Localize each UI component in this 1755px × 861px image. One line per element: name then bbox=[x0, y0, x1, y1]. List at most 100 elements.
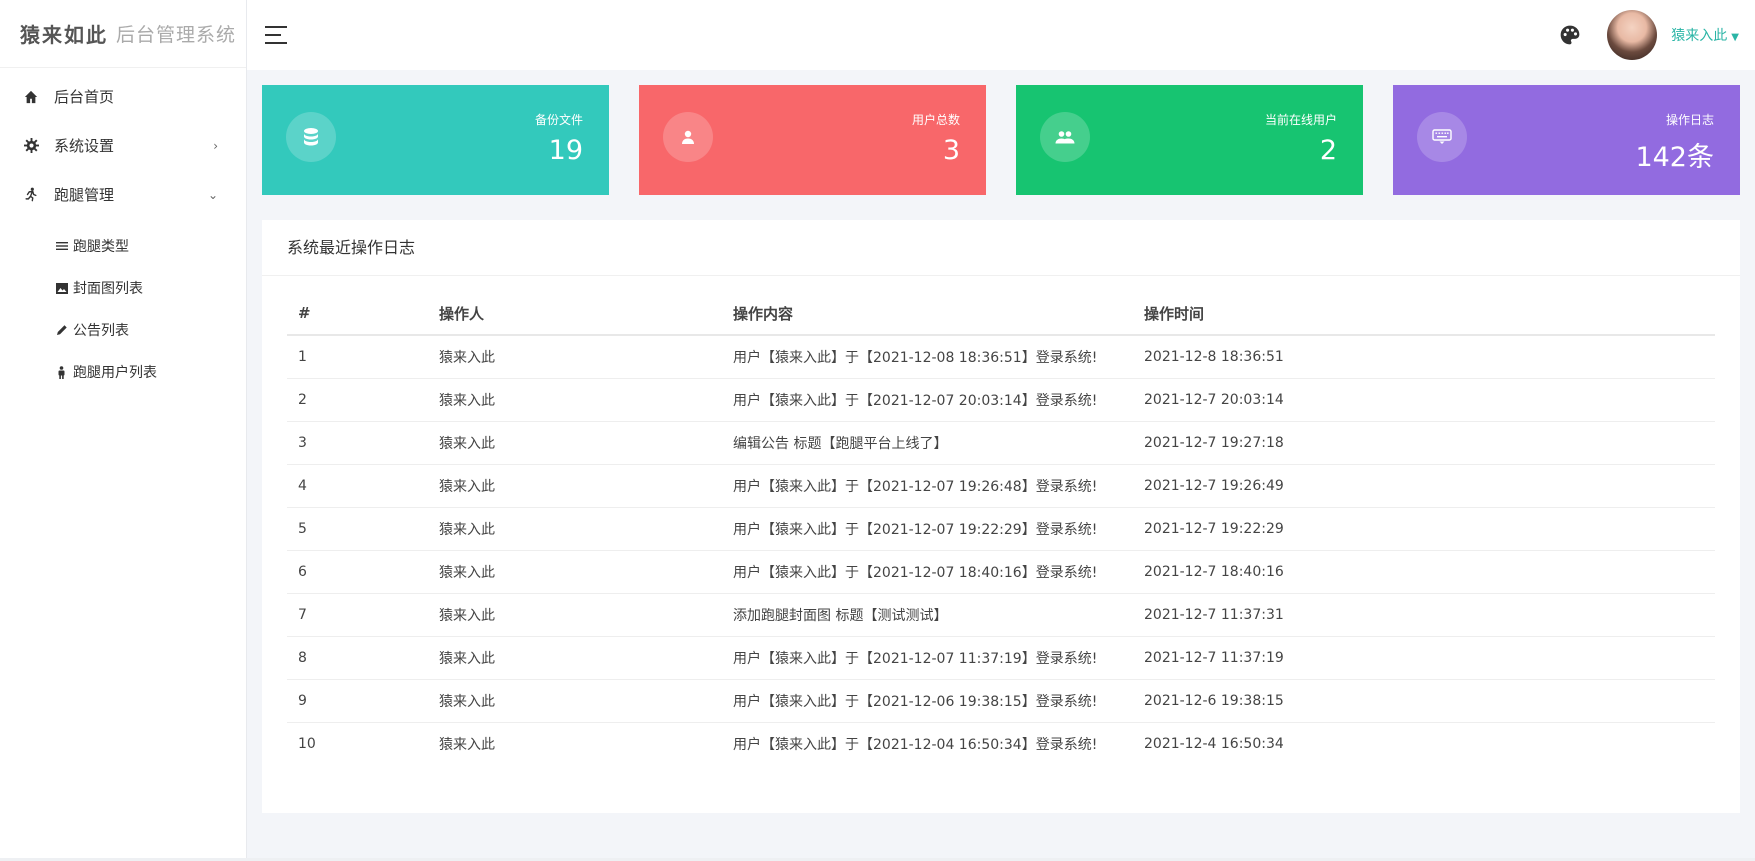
cell-operator: 猿来入此 bbox=[428, 679, 722, 723]
stat-card-online-users[interactable]: 当前在线用户 2 bbox=[1016, 85, 1363, 195]
header-user-area: 猿来入此 ▼ bbox=[1559, 10, 1739, 60]
stat-value: 2 bbox=[1319, 135, 1337, 166]
cell-index: 7 bbox=[287, 593, 428, 637]
chevron-down-icon: ⌄ bbox=[207, 187, 218, 202]
sidebar-item-label: 后台首页 bbox=[54, 88, 115, 106]
cell-operator: 猿来入此 bbox=[439, 736, 495, 753]
cell-index: 4 bbox=[287, 464, 428, 508]
palette-icon[interactable] bbox=[1559, 24, 1581, 46]
cell-operator: 猿来入此 bbox=[428, 421, 722, 465]
stat-card-operation-logs[interactable]: 操作日志 142条 bbox=[1393, 85, 1740, 195]
admin-app: 猿来如此 后台管理系统 后台首页 系统设置 › 跑腿管理 ⌄ 跑腿类型 封面图列… bbox=[0, 0, 1755, 861]
brand-subtitle: 后台管理系统 bbox=[116, 24, 237, 46]
cell-content: 添加跑腿封面图 标题【测试测试】 bbox=[722, 593, 1133, 637]
cell-index: 8 bbox=[287, 636, 428, 680]
cell-content: 用户【猿来入此】于【2021-12-04 16:50:34】登录系统! bbox=[733, 736, 1098, 753]
cell-content: 用户【猿来入此】于【2021-12-07 19:22:29】登录系统! bbox=[722, 507, 1133, 551]
cell-operator: 猿来入此 bbox=[428, 636, 722, 680]
sidebar-subitem-label: 封面图列表 bbox=[73, 281, 143, 297]
stat-cards: 备份文件 19 用户总数 3 当前在线用户 2 操作日志 142条 bbox=[262, 85, 1740, 195]
cell-operator: 猿来入此 bbox=[428, 464, 722, 508]
sidebar-subitem-errand-users[interactable]: 跑腿用户列表 bbox=[0, 351, 246, 393]
brand[interactable]: 猿来如此 后台管理系统 bbox=[0, 0, 246, 68]
cell-time: 2021-12-7 19:26:49 bbox=[1133, 464, 1715, 508]
cell-content: 用户【猿来入此】于【2021-12-07 18:40:16】登录系统! bbox=[722, 550, 1133, 594]
person-icon bbox=[55, 365, 68, 379]
operation-log-table: # 操作人 操作内容 操作时间 1 猿来入此 用户【猿来入此】于【2021-12-0… bbox=[287, 292, 1715, 765]
cell-time: 2021-12-7 11:37:31 bbox=[1133, 593, 1715, 637]
cell-time: 2021-12-7 19:27:18 bbox=[1133, 421, 1715, 465]
sidebar-item-home[interactable]: 后台首页 bbox=[0, 72, 246, 121]
keyboard-icon bbox=[1417, 112, 1467, 162]
stat-title: 备份文件 bbox=[534, 113, 583, 127]
sidebar-subitem-errand-types[interactable]: 跑腿类型 bbox=[0, 225, 246, 267]
table-row: 4 猿来入此 用户【猿来入此】于【2021-12-07 19:26:48】登录系统!… bbox=[287, 464, 1715, 508]
caret-down-icon: ▼ bbox=[1731, 32, 1739, 43]
table-row: 2 猿来入此 用户【猿来入此】于【2021-12-07 20:03:14】登录系统!… bbox=[287, 378, 1715, 422]
image-icon bbox=[55, 282, 68, 295]
cell-index: 9 bbox=[287, 679, 428, 723]
cell-index: 2 bbox=[287, 378, 428, 422]
stat-value: 3 bbox=[942, 135, 960, 166]
menu-toggle-icon[interactable] bbox=[265, 26, 287, 44]
cell-index: 6 bbox=[287, 550, 428, 594]
sidebar-subitem-label: 跑腿类型 bbox=[73, 239, 129, 255]
stat-value: 142条 bbox=[1635, 142, 1714, 173]
user-menu[interactable]: 猿来入此 ▼ bbox=[1671, 25, 1739, 45]
sidebar-subitem-label: 公告列表 bbox=[73, 323, 129, 339]
table-row: 1 猿来入此 用户【猿来入此】于【2021-12-08 18:36:51】登录系统!… bbox=[287, 335, 1715, 379]
top-header: 猿来入此 ▼ bbox=[247, 0, 1755, 70]
cell-operator: 猿来入此 bbox=[428, 507, 722, 551]
cell-time: 2021-12-4 16:50:34 bbox=[1144, 735, 1284, 752]
table-row: 10 猿来入此 用户【猿来入此】于【2021-12-04 16:50:34】登录系统… bbox=[287, 722, 1715, 765]
user-name: 猿来入此 bbox=[1671, 28, 1728, 44]
runner-icon bbox=[22, 186, 40, 204]
cell-operator: 猿来入此 bbox=[428, 593, 722, 637]
sidebar-item-label: 跑腿管理 bbox=[54, 186, 115, 204]
stat-title: 用户总数 bbox=[911, 113, 960, 127]
list-icon bbox=[55, 240, 68, 253]
cell-time: 2021-12-8 18:36:51 bbox=[1133, 335, 1715, 379]
cell-content: 用户【猿来入此】于【2021-12-07 20:03:14】登录系统! bbox=[722, 378, 1133, 422]
stat-card-users[interactable]: 用户总数 3 bbox=[639, 85, 986, 195]
table-row: 6 猿来入此 用户【猿来入此】于【2021-12-07 18:40:16】登录系统!… bbox=[287, 550, 1715, 594]
operation-log-panel: 系统最近操作日志 # 操作人 操作内容 操作时间 1 猿来入此 用户【猿来入此】于【… bbox=[262, 220, 1740, 813]
sidebar: 猿来如此 后台管理系统 后台首页 系统设置 › 跑腿管理 ⌄ 跑腿类型 封面图列… bbox=[0, 0, 247, 861]
cell-time: 2021-12-7 11:37:19 bbox=[1133, 636, 1715, 680]
panel-title: 系统最近操作日志 bbox=[262, 220, 1740, 276]
stat-card-backups[interactable]: 备份文件 19 bbox=[262, 85, 609, 195]
table-row: 5 猿来入此 用户【猿来入此】于【2021-12-07 19:22:29】登录系统!… bbox=[287, 507, 1715, 551]
cell-time: 2021-12-7 19:22:29 bbox=[1133, 507, 1715, 551]
sidebar-item-errand[interactable]: 跑腿管理 ⌄ bbox=[0, 170, 246, 219]
home-icon bbox=[22, 88, 40, 106]
cell-index: 5 bbox=[287, 507, 428, 551]
cell-time: 2021-12-7 18:40:16 bbox=[1133, 550, 1715, 594]
table-row: 8 猿来入此 用户【猿来入此】于【2021-12-07 11:37:19】登录系统!… bbox=[287, 636, 1715, 680]
column-header-time: 操作时间 bbox=[1133, 292, 1715, 336]
sidebar-item-label: 系统设置 bbox=[54, 137, 115, 155]
sidebar-item-settings[interactable]: 系统设置 › bbox=[0, 121, 246, 170]
database-icon bbox=[286, 112, 336, 162]
table-row: 7 猿来入此 添加跑腿封面图 标题【测试测试】 2021-12-7 11:37:31 bbox=[287, 593, 1715, 637]
stat-title: 操作日志 bbox=[1665, 113, 1714, 127]
cell-content: 用户【猿来入此】于【2021-12-07 19:26:48】登录系统! bbox=[722, 464, 1133, 508]
cell-content: 用户【猿来入此】于【2021-12-08 18:36:51】登录系统! bbox=[722, 335, 1133, 379]
cell-index: 1 bbox=[287, 335, 428, 379]
errand-submenu: 跑腿类型 封面图列表 公告列表 跑腿用户列表 bbox=[0, 219, 246, 393]
sidebar-subitem-label: 跑腿用户列表 bbox=[73, 365, 157, 381]
cell-operator: 猿来入此 bbox=[428, 378, 722, 422]
sidebar-subitem-cover-images[interactable]: 封面图列表 bbox=[0, 267, 246, 309]
cell-content: 用户【猿来入此】于【2021-12-06 19:38:15】登录系统! bbox=[722, 679, 1133, 723]
table-row: 9 猿来入此 用户【猿来入此】于【2021-12-06 19:38:15】登录系统!… bbox=[287, 679, 1715, 723]
cell-time: 2021-12-7 20:03:14 bbox=[1133, 378, 1715, 422]
stat-title: 当前在线用户 bbox=[1264, 113, 1337, 127]
cell-operator: 猿来入此 bbox=[428, 550, 722, 594]
brand-name: 猿来如此 bbox=[20, 23, 108, 47]
sidebar-subitem-notices[interactable]: 公告列表 bbox=[0, 309, 246, 351]
column-header-content: 操作内容 bbox=[722, 292, 1133, 336]
table-row: 3 猿来入此 编辑公告 标题【跑腿平台上线了】 2021-12-7 19:27:18 bbox=[287, 421, 1715, 465]
pencil-icon bbox=[55, 324, 68, 337]
column-header-index: # bbox=[287, 292, 428, 336]
avatar[interactable] bbox=[1607, 10, 1658, 60]
user-icon bbox=[663, 112, 713, 162]
